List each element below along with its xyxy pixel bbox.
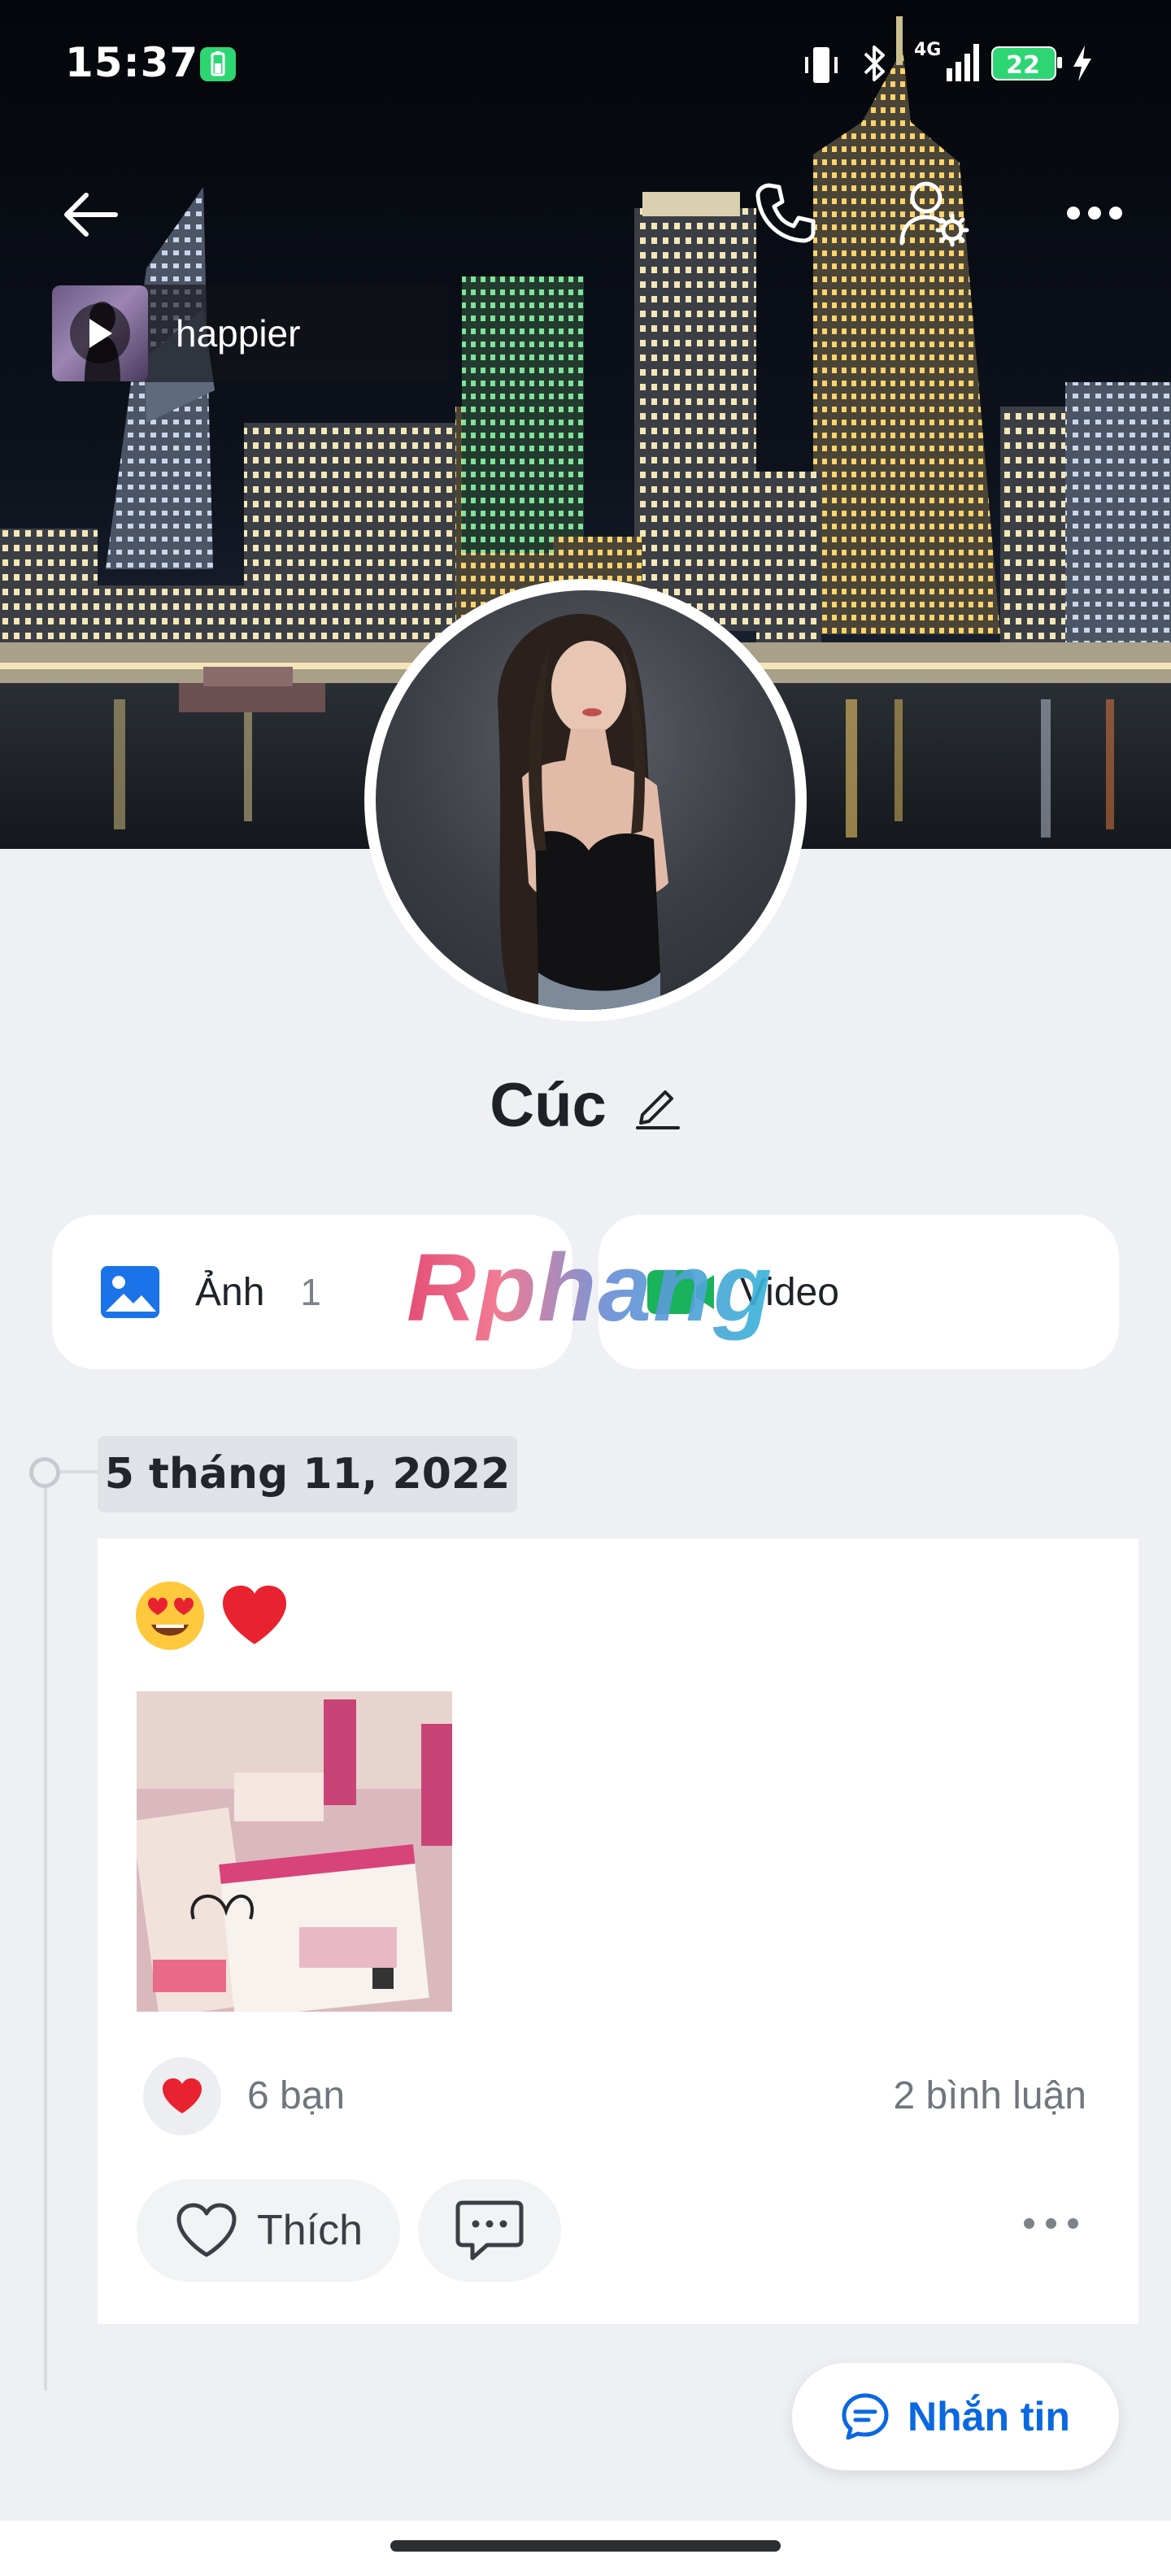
profile-avatar[interactable] [364,579,807,1021]
post-photo[interactable] [137,1691,452,2012]
like-label: Thích [257,2207,363,2254]
back-button[interactable] [49,174,130,255]
profile-settings-button[interactable] [888,168,979,259]
play-icon[interactable] [70,303,130,363]
music-title: happier [176,312,301,355]
bluetooth-icon [859,41,891,90]
vibrate-icon [802,44,841,90]
battery-saver-icon [198,46,237,87]
battery-icon: 22 [990,44,1064,85]
profile-name: Cúc [490,1071,607,1140]
more-options-button[interactable] [1049,168,1140,259]
home-gesture-bar[interactable] [390,2540,781,2552]
heart-reaction-icon [163,2078,202,2113]
comment-count[interactable]: 2 bình luận [893,2073,1086,2118]
post-caption [133,1579,291,1652]
signal-icon: 4G [914,37,979,90]
photos-label: Ảnh [195,1270,265,1314]
post-more-icon[interactable] [1024,2218,1078,2229]
reaction-count[interactable]: 6 bạn [247,2073,345,2118]
comment-button[interactable] [418,2179,561,2282]
comment-icon [455,2200,524,2261]
chat-icon [842,2393,889,2440]
like-button[interactable]: Thích [137,2179,400,2282]
network-type: 4G [914,40,941,60]
battery-level: 22 [1006,51,1040,80]
call-button[interactable] [740,168,831,259]
back-arrow-icon [64,193,118,237]
post-card[interactable]: 6 bạn 2 bình luận Thích [98,1538,1138,2324]
user-settings-icon [899,181,969,247]
message-button[interactable]: Nhắn tin [792,2363,1119,2470]
timeline-line [44,1472,47,2391]
watermark-logo: Rphang [407,1234,774,1342]
status-bar: 15:37 4G 22 [0,0,1171,130]
heart-eyes-emoji [136,1582,204,1650]
red-heart-emoji [223,1586,286,1644]
photos-count: 1 [300,1271,321,1313]
phone-icon [755,183,816,243]
music-thumbnail [52,285,148,381]
photo-icon [101,1266,159,1318]
timeline-connector [60,1470,99,1473]
certificate-photo [137,1691,452,2012]
post-date: 5 tháng 11, 2022 [98,1436,517,1512]
profile-music-chip[interactable]: happier [52,285,449,382]
charging-icon [1070,44,1095,87]
reaction-summary[interactable] [143,2057,221,2135]
avatar-photo [498,613,668,1010]
timeline-dot [29,1457,60,1488]
message-label: Nhắn tin [908,2394,1070,2439]
pencil-icon[interactable] [634,1082,681,1129]
more-icon [1067,207,1122,220]
status-time: 15:37 [65,39,199,86]
heart-outline-icon [176,2203,237,2257]
profile-name-row: Cúc [0,1070,1171,1141]
